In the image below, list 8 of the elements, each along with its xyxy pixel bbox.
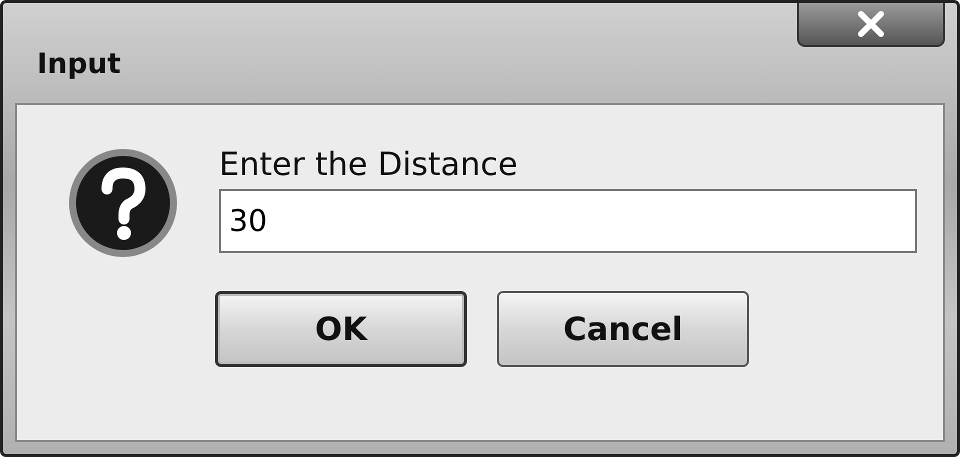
close-icon	[856, 11, 886, 37]
prompt-label: Enter the Distance	[219, 145, 519, 183]
close-button[interactable]	[797, 3, 945, 47]
window-title: Input	[37, 47, 121, 80]
distance-input[interactable]: 30	[219, 189, 917, 253]
question-icon	[67, 147, 179, 259]
ok-button[interactable]: OK	[215, 291, 467, 367]
cancel-button[interactable]: Cancel	[497, 291, 749, 367]
